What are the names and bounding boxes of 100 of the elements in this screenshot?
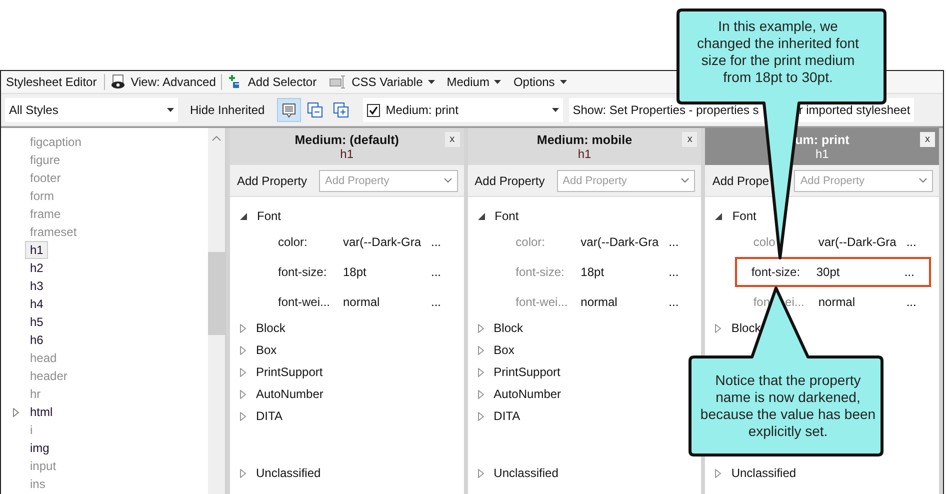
group-name: Box — [256, 343, 277, 357]
group-name: Box — [494, 343, 514, 357]
panel-title: Medium: mobile — [536, 132, 632, 146]
toolbar-button[interactable]: CSS Variable — [326, 72, 437, 92]
property-name: font-wei... — [278, 295, 332, 309]
group-name: AutoNumber — [256, 387, 324, 401]
selector-item[interactable]: h1 — [25, 241, 48, 259]
medium-checkbox[interactable] — [366, 104, 380, 116]
property-value[interactable]: 18pt — [580, 265, 665, 279]
property-value[interactable]: normal — [343, 295, 427, 309]
property-value[interactable]: var(--Dark-Gra — [343, 235, 427, 249]
collapse-all-icon — [306, 102, 323, 118]
more-button[interactable]: ... — [668, 235, 679, 249]
more-button[interactable]: ... — [431, 265, 442, 279]
property-value[interactable]: 30pt — [816, 265, 900, 279]
property-name: font-size: — [278, 265, 328, 279]
collapsed-icon[interactable] — [478, 468, 484, 478]
medium-dropdown[interactable]: Medium: print — [362, 98, 563, 122]
group-name: DITA — [256, 409, 282, 423]
collapsed-icon[interactable] — [478, 390, 484, 398]
property-name: color: — [278, 235, 308, 249]
collapsed-icon[interactable] — [240, 412, 246, 420]
panel-selector: h1 — [816, 146, 829, 160]
group-name: PrintSupport — [494, 365, 560, 379]
group-name: Block — [256, 321, 286, 335]
property-name: font-size: — [516, 265, 566, 279]
add-property-label: Add Property — [474, 174, 545, 188]
toolbar-button[interactable]: Add Selector — [224, 72, 319, 92]
more-button[interactable]: ... — [668, 295, 679, 309]
property-value[interactable]: var(--Dark-Gra — [580, 235, 665, 249]
selector-item[interactable]: h2 — [25, 259, 48, 277]
more-button[interactable]: ... — [431, 235, 442, 249]
property-value[interactable]: 18pt — [343, 265, 427, 279]
expand-all-icon — [332, 102, 349, 118]
property-value[interactable]: normal — [818, 295, 902, 309]
scroll-thumb[interactable] — [208, 252, 225, 335]
property-name: font-wei... — [516, 295, 569, 309]
toolbar-button[interactable]: Medium — [444, 72, 504, 92]
collapsed-icon[interactable] — [240, 324, 246, 332]
property-value[interactable]: var(--Dark-Gra — [818, 235, 902, 249]
expand-arrow-icon[interactable] — [13, 408, 19, 416]
more-button[interactable]: ... — [668, 265, 679, 279]
more-button[interactable]: ... — [904, 265, 914, 279]
close-button[interactable]: x — [444, 132, 460, 147]
toolbar-button[interactable]: Options — [511, 72, 569, 92]
selector-item[interactable]: h3 — [25, 277, 48, 295]
toolbar-button[interactable]: View: Advanced — [108, 72, 218, 92]
panel-title: Medium: (default) — [294, 132, 399, 146]
property-name: colo — [753, 235, 776, 249]
panel-selector: h1 — [340, 146, 354, 160]
selector-item[interactable]: img — [25, 439, 54, 457]
hide-inherited-button[interactable]: Hide Inherited — [184, 98, 271, 122]
close-button[interactable]: x — [682, 132, 698, 147]
selector-item[interactable]: html — [25, 403, 58, 421]
caret-icon — [167, 108, 174, 112]
expanded-icon[interactable] — [478, 212, 485, 220]
expanded-icon[interactable] — [715, 212, 722, 220]
more-button[interactable]: ... — [906, 235, 916, 249]
caret-icon — [552, 108, 559, 112]
scroll-up-icon[interactable] — [212, 136, 221, 141]
style-filter-dropdown[interactable]: All Styles — [5, 98, 178, 122]
collapsed-icon[interactable] — [240, 368, 246, 376]
selector-item[interactable]: h6 — [25, 331, 48, 349]
show-filter-text: Show: Set Properties - properties s — [572, 103, 759, 117]
collapsed-icon[interactable] — [478, 368, 484, 376]
eye-icon — [110, 74, 126, 90]
group-name: PrintSupport — [256, 365, 323, 379]
collapsed-icon[interactable] — [478, 412, 484, 420]
view-toggle-button[interactable] — [276, 98, 301, 122]
panel-title: um: print — [795, 132, 850, 146]
expanded-icon[interactable] — [240, 212, 247, 220]
collapsed-icon[interactable] — [478, 346, 484, 354]
collapsed-icon[interactable] — [240, 390, 246, 398]
more-button[interactable]: ... — [906, 295, 916, 309]
group-name: Block — [731, 321, 761, 335]
group-name: Font — [494, 209, 519, 223]
close-button[interactable]: x — [920, 132, 936, 147]
add-property-label: Add Property — [237, 174, 307, 188]
chevron-icon — [444, 178, 452, 183]
group-name: Font — [732, 209, 756, 223]
scrollbar[interactable] — [208, 128, 225, 494]
group-name: Unclassified — [256, 466, 321, 480]
property-name: color: — [516, 235, 546, 249]
collapsed-icon[interactable] — [240, 346, 246, 354]
collapsed-icon[interactable] — [715, 468, 722, 478]
collapsed-icon[interactable] — [240, 468, 246, 478]
selector-item[interactable]: h5 — [25, 313, 48, 331]
collapsed-icon[interactable] — [478, 324, 484, 332]
panel-selector: h1 — [578, 146, 592, 160]
panel-header[interactable]: Medium: mobile h1 x — [468, 128, 702, 165]
collapsed-icon[interactable] — [715, 324, 722, 332]
show-filter-text: r imported stylesheet — [798, 103, 910, 117]
more-button[interactable]: ... — [431, 295, 442, 309]
property-value[interactable]: normal — [580, 295, 665, 309]
panel-header[interactable]: Medium: (default) h1 x — [230, 128, 464, 165]
chevron-icon — [919, 178, 928, 183]
selector-item[interactable]: h4 — [25, 295, 48, 313]
callout-text: In this example, we changed the inherited font size for the print medium from 18pt to 30pt. — [696, 18, 860, 86]
editor-title: Stylesheet Editor — [6, 75, 98, 89]
group-name: AutoNumber — [494, 387, 562, 401]
